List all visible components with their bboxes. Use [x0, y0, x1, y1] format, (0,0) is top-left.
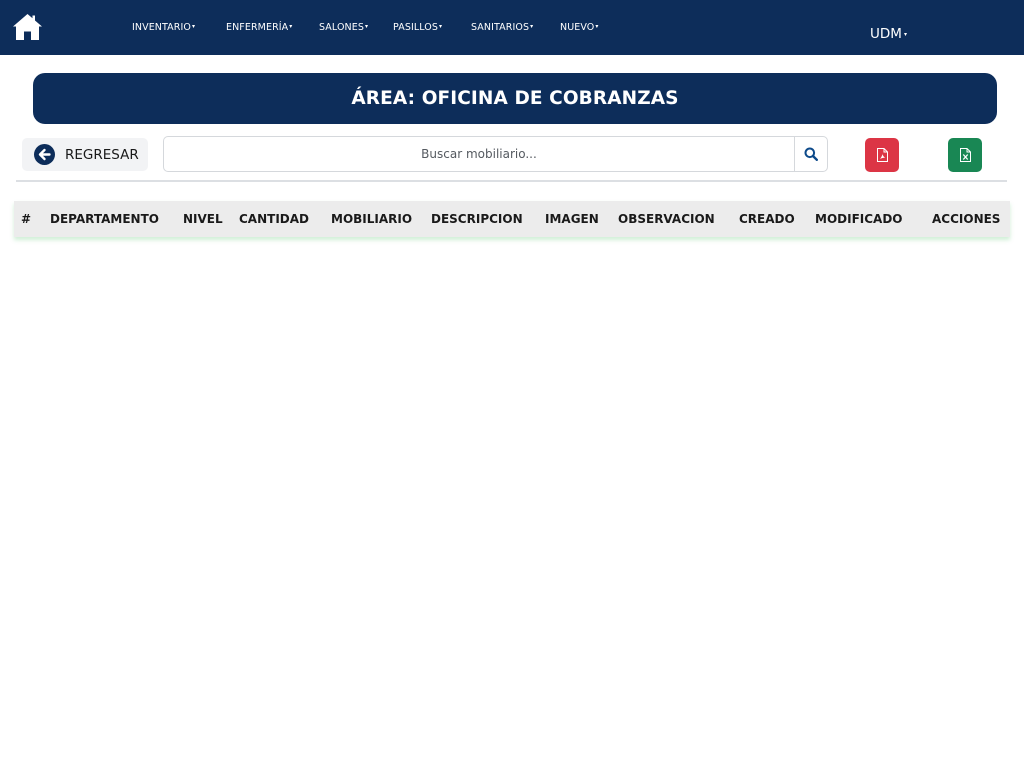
chevron-down-icon: ▾: [364, 23, 369, 30]
nav-item-label: PASILLOS: [393, 22, 439, 33]
back-button[interactable]: REGRESAR: [22, 138, 148, 171]
home-icon[interactable]: [12, 13, 43, 41]
file-pdf-icon: [876, 148, 888, 162]
nav-item-label: SALONES: [319, 22, 364, 33]
page-title: ÁREA: OFICINA DE COBRANZAS: [351, 88, 679, 109]
nav-item-pasillos[interactable]: PASILLOS▾: [393, 22, 442, 36]
search-input[interactable]: [164, 137, 794, 171]
nav-item-nuevo[interactable]: NUEVO▾: [560, 22, 599, 36]
nav-item-salones[interactable]: SALONES▾: [319, 22, 368, 36]
chevron-down-icon: ▾: [289, 23, 293, 30]
nav-item-label: INVENTARIO: [132, 22, 191, 33]
top-navbar: INVENTARIO▾ ENFERMERÍA▾ SALONES▾ PASILLO…: [0, 0, 1024, 55]
chevron-down-icon: ▾: [903, 31, 907, 38]
area-banner: ÁREA: OFICINA DE COBRANZAS: [33, 73, 997, 124]
nav-item-label: NUEVO: [560, 22, 595, 33]
column-header-imagen[interactable]: IMAGEN: [545, 212, 599, 226]
user-menu-label: UDM: [870, 26, 902, 42]
chevron-down-icon: ▾: [191, 23, 196, 30]
nav-item-label: ENFERMERÍA: [226, 22, 289, 33]
search-icon: [804, 147, 818, 161]
nav-item-inventario[interactable]: INVENTARIO▾: [132, 22, 195, 36]
back-button-label: REGRESAR: [65, 146, 139, 163]
export-pdf-button[interactable]: [865, 138, 899, 172]
inventory-table-header: # DEPARTAMENTO NIVEL CANTIDAD MOBILIARIO…: [14, 201, 1010, 237]
nav-item-label: SANITARIOS: [471, 22, 530, 33]
column-header-creado[interactable]: CREADO: [739, 212, 795, 226]
column-header-nivel[interactable]: NIVEL: [183, 212, 223, 226]
chevron-down-icon: ▾: [439, 23, 443, 30]
column-header-cantidad[interactable]: CANTIDAD: [239, 212, 309, 226]
chevron-down-icon: ▾: [595, 23, 599, 30]
export-excel-button[interactable]: [948, 138, 982, 172]
column-header-modificado[interactable]: MODIFICADO: [815, 212, 903, 226]
column-header-observacion[interactable]: OBSERVACION: [618, 212, 715, 226]
arrow-left-circle-icon: [34, 144, 55, 165]
user-menu[interactable]: UDM ▾: [870, 26, 907, 42]
column-header-mobiliario[interactable]: MOBILIARIO: [331, 212, 412, 226]
column-header-index[interactable]: #: [21, 212, 31, 226]
chevron-down-icon: ▾: [530, 23, 534, 30]
column-header-departamento[interactable]: DEPARTAMENTO: [50, 212, 159, 226]
column-header-acciones[interactable]: ACCIONES: [932, 212, 1000, 226]
search-field[interactable]: [163, 136, 794, 172]
nav-item-sanitarios[interactable]: SANITARIOS▾: [471, 22, 533, 36]
file-excel-icon: [959, 148, 971, 162]
search-button[interactable]: [794, 136, 828, 172]
toolbar-divider: [16, 180, 1007, 182]
nav-item-enfermeria[interactable]: ENFERMERÍA▾: [226, 22, 292, 36]
column-header-descripcion[interactable]: DESCRIPCION: [431, 212, 523, 226]
